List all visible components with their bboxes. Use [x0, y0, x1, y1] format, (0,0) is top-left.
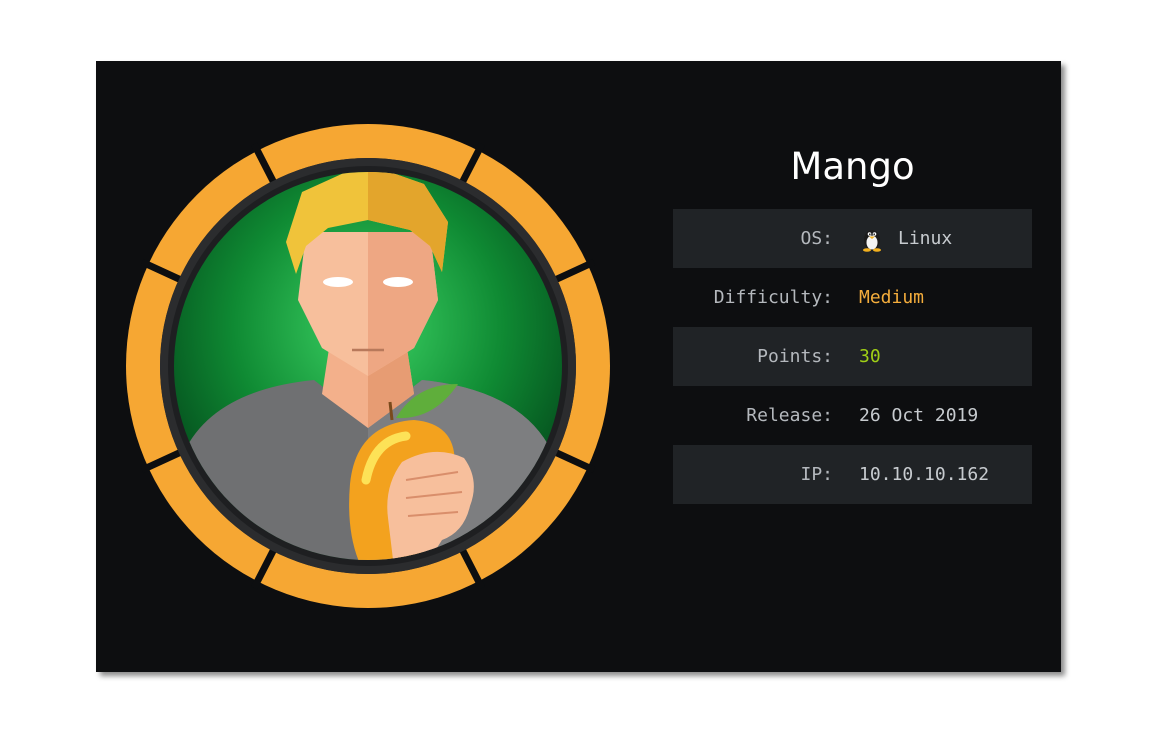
release-label: Release: [746, 405, 833, 426]
machine-title: Mango [790, 145, 915, 188]
points-value: 30 [859, 346, 881, 367]
release-row: Release: 26 Oct 2019 [673, 386, 1032, 445]
release-value: 26 Oct 2019 [859, 405, 979, 426]
points-label: Points: [757, 346, 833, 367]
points-row: Points: 30 [673, 327, 1032, 386]
mango-avatar-icon [126, 124, 610, 608]
difficulty-label: Difficulty: [713, 287, 833, 308]
linux-tux-icon [863, 229, 881, 252]
os-value-container: Linux [859, 226, 952, 252]
machine-details-table: OS: Linux Difficulty: Medium Points: 30 … [673, 209, 1032, 504]
machine-info-card: Mango OS: Linux Difficulty: Medium Point… [96, 61, 1061, 672]
os-label: OS: [800, 228, 833, 249]
os-row: OS: Linux [673, 209, 1032, 268]
difficulty-row: Difficulty: Medium [673, 268, 1032, 327]
ip-row: IP: 10.10.10.162 [673, 445, 1032, 504]
os-value: Linux [898, 228, 953, 249]
ip-value: 10.10.10.162 [859, 464, 990, 485]
ip-label: IP: [800, 464, 833, 485]
difficulty-value: Medium [859, 287, 925, 308]
